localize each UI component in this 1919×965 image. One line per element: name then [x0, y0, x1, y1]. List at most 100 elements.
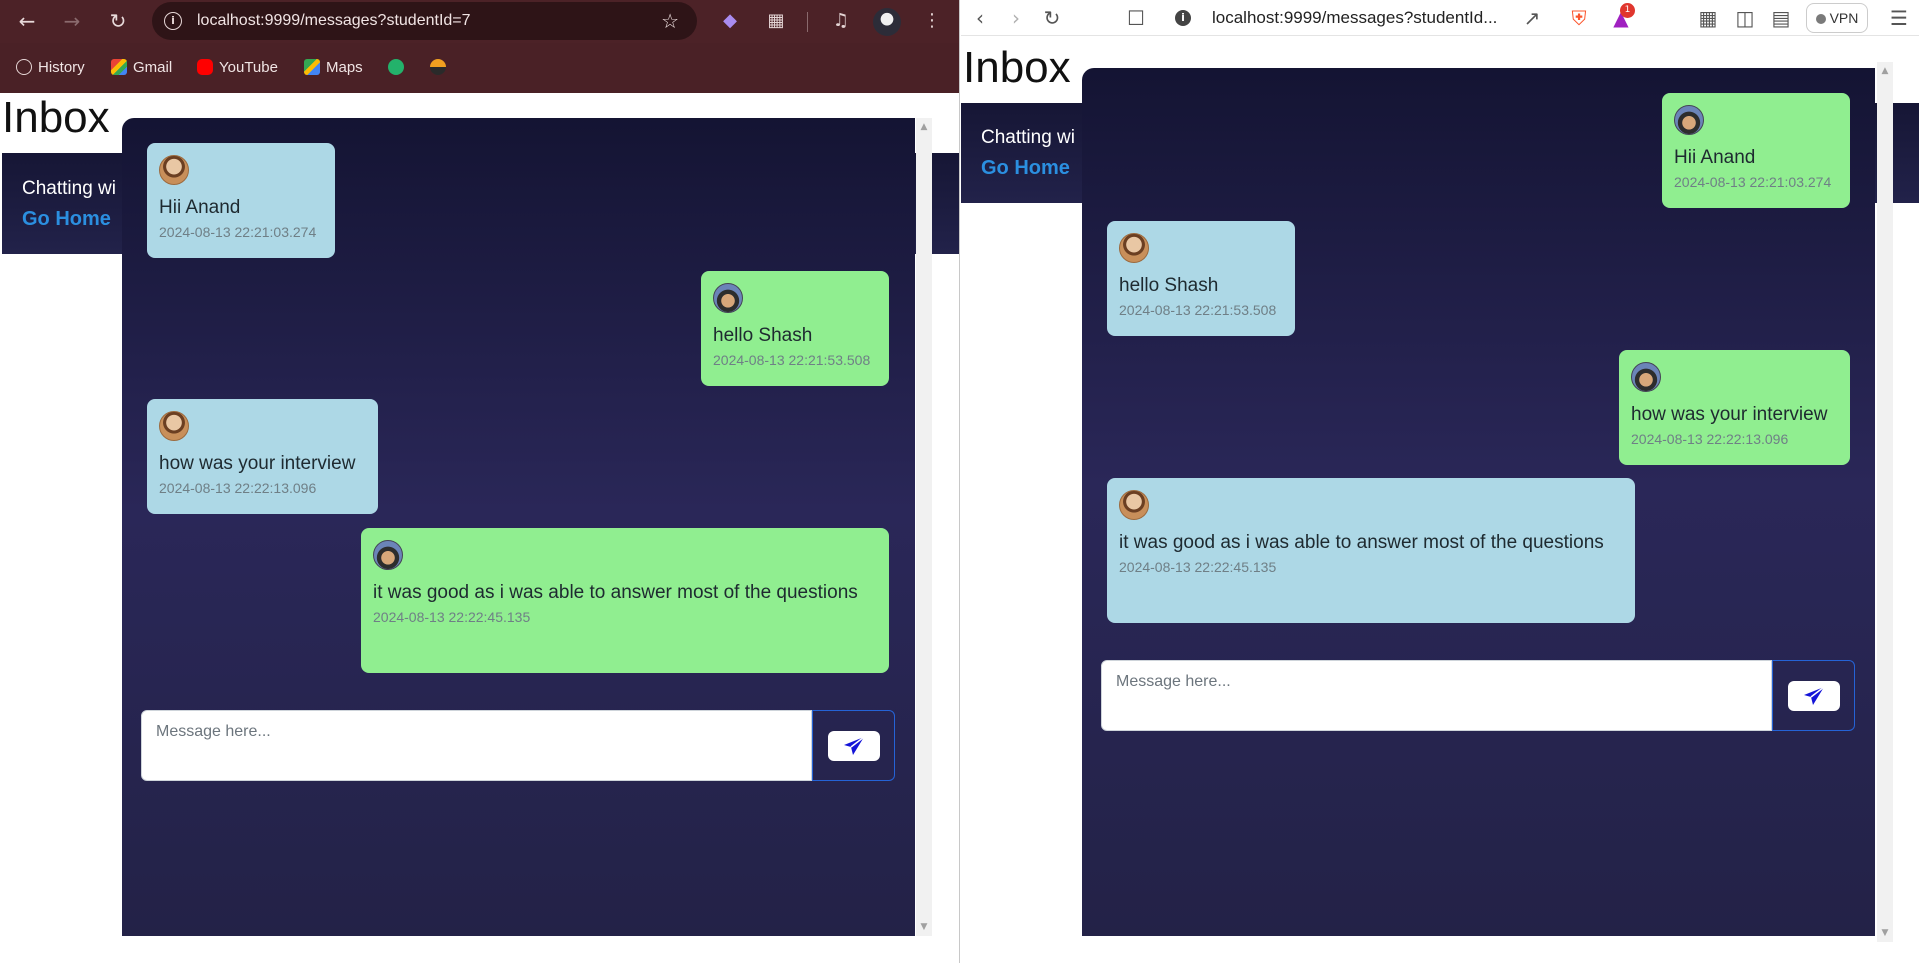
bookmark-cb[interactable]: [388, 57, 410, 79]
message-input[interactable]: Message here...: [1101, 660, 1772, 731]
maps-icon: [304, 59, 320, 75]
extension-icon[interactable]: ◆: [717, 8, 743, 34]
profile-avatar-icon[interactable]: [873, 8, 901, 36]
send-button-frame[interactable]: [1772, 660, 1855, 731]
notification-badge: 1: [1620, 3, 1635, 18]
more-menu-icon[interactable]: ⋮: [919, 8, 945, 34]
site-info-icon[interactable]: i: [164, 12, 182, 30]
left-browser-toolbar: ← → ↻ i localhost:9999/messages?studentI…: [0, 0, 959, 43]
message-timestamp: 2024-08-13 22:22:45.135: [1119, 559, 1277, 575]
chat-panel: Hii Anand 2024-08-13 22:21:03.274 hello …: [1082, 68, 1875, 936]
message-bubble-received: Hii Anand 2024-08-13 22:21:03.274: [147, 143, 335, 258]
message-text: Hii Anand: [1674, 147, 1756, 168]
back-arrow-icon[interactable]: ←: [12, 6, 42, 36]
message-composer: Message here...: [141, 710, 895, 781]
message-text: it was good as i was able to answer most…: [373, 582, 858, 603]
cb-site-icon: [388, 59, 404, 75]
go-home-link[interactable]: Go Home: [981, 157, 1070, 180]
right-browser-window: ‹ › ↻ ☐ i localhost:9999/messages?studen…: [961, 0, 1919, 963]
vpn-button[interactable]: VPN: [1806, 3, 1868, 33]
message-text: how was your interview: [1631, 404, 1828, 425]
message-timestamp: 2024-08-13 22:21:53.508: [713, 352, 871, 368]
forward-arrow-icon[interactable]: →: [57, 6, 87, 36]
bookmark-star-icon[interactable]: ☆: [661, 9, 679, 33]
message-input[interactable]: Message here...: [141, 710, 812, 781]
message-timestamp: 2024-08-13 22:21:53.508: [1119, 302, 1277, 318]
bookmark-label: History: [38, 59, 85, 76]
media-queue-icon[interactable]: ♫: [828, 8, 854, 34]
reload-icon[interactable]: ↻: [103, 6, 133, 36]
gmail-icon: [111, 59, 127, 75]
left-page: Inbox Chatting wi Go Home Hii Anand 2024…: [0, 93, 959, 963]
sender-avatar: [1674, 105, 1704, 135]
page-title: Inbox: [963, 43, 1071, 92]
bookmark-history[interactable]: History: [16, 57, 85, 79]
sender-avatar: [713, 283, 743, 313]
reload-icon[interactable]: ↻: [1038, 4, 1066, 32]
message-text: hello Shash: [713, 325, 813, 346]
bookmark-extra[interactable]: [430, 57, 452, 79]
message-bubble-received: hello Shash 2024-08-13 22:21:53.508: [1107, 221, 1295, 336]
chatting-with-label: Chatting wi: [981, 127, 1075, 148]
menu-icon[interactable]: ☰: [1885, 4, 1913, 32]
chat-scrollbar[interactable]: ▲ ▼: [916, 118, 932, 936]
chat-panel: Hii Anand 2024-08-13 22:21:03.274 hello …: [122, 118, 915, 936]
forward-arrow-icon[interactable]: ›: [1002, 4, 1030, 32]
send-button[interactable]: [1787, 680, 1840, 711]
address-url[interactable]: localhost:9999/messages?studentId=7: [197, 12, 471, 30]
message-bubble-sent: it was good as i was able to answer most…: [361, 528, 889, 673]
message-timestamp: 2024-08-13 22:21:03.274: [159, 224, 317, 240]
message-text: hello Shash: [1119, 275, 1219, 296]
address-bar[interactable]: i localhost:9999/messages?studentId=7 ☆: [152, 2, 697, 40]
page-title: Inbox: [2, 93, 110, 142]
sidebar-icon[interactable]: ◫: [1731, 4, 1759, 32]
address-url[interactable]: localhost:9999/messages?studentId...: [1212, 4, 1497, 32]
message-composer: Message here...: [1101, 660, 1855, 731]
brave-shields-icon[interactable]: ⛨: [1565, 4, 1593, 32]
message-bubble-sent: hello Shash 2024-08-13 22:21:53.508: [701, 271, 889, 386]
screen: ← → ↻ i localhost:9999/messages?studentI…: [0, 0, 1919, 965]
send-icon: [843, 735, 864, 755]
message-text: Hii Anand: [159, 197, 241, 218]
chat-scrollbar[interactable]: ▲ ▼: [1877, 62, 1893, 942]
bookmark-label: Maps: [326, 59, 363, 76]
puzzle-extensions-icon[interactable]: ▦: [763, 8, 789, 34]
bookmark-gmail[interactable]: Gmail: [111, 57, 172, 79]
scroll-down-icon[interactable]: ▼: [1877, 926, 1893, 940]
site-favicon-icon: [430, 59, 446, 75]
scroll-up-icon[interactable]: ▲: [916, 120, 932, 134]
sender-avatar: [1119, 233, 1149, 263]
bookmark-maps[interactable]: Maps: [304, 57, 363, 79]
share-icon[interactable]: ↗: [1518, 4, 1546, 32]
right-page: Inbox Chatting wi Go Home Hii Anand 2024…: [961, 37, 1919, 963]
scroll-up-icon[interactable]: ▲: [1877, 64, 1893, 78]
message-timestamp: 2024-08-13 22:22:13.096: [159, 480, 317, 496]
bookmarks-bar: History Gmail YouTube Maps: [0, 50, 959, 86]
bookmark-youtube[interactable]: YouTube: [197, 57, 278, 79]
left-browser-window: ← → ↻ i localhost:9999/messages?studentI…: [0, 0, 960, 963]
send-icon: [1803, 685, 1824, 705]
vpn-status-icon: [1815, 14, 1826, 24]
message-bubble-received: it was good as i was able to answer most…: [1107, 478, 1635, 623]
back-arrow-icon[interactable]: ‹: [966, 4, 994, 32]
bookmark-label: Gmail: [133, 59, 173, 76]
extensions-icon[interactable]: ▦: [1694, 4, 1722, 32]
bookmark-label: YouTube: [219, 59, 278, 76]
site-info-icon[interactable]: i: [1175, 10, 1191, 26]
sender-avatar: [1631, 362, 1661, 392]
wallet-icon[interactable]: ▤: [1767, 4, 1795, 32]
sender-avatar: [159, 155, 189, 185]
message-bubble-sent: Hii Anand 2024-08-13 22:21:03.274: [1662, 93, 1850, 208]
send-button-frame[interactable]: [812, 710, 895, 781]
chatting-with-label: Chatting wi: [22, 178, 116, 199]
scroll-down-icon[interactable]: ▼: [916, 920, 932, 934]
message-text: it was good as i was able to answer most…: [1119, 532, 1604, 553]
toolbar-divider: [807, 12, 808, 32]
message-bubble-sent: how was your interview 2024-08-13 22:22:…: [1619, 350, 1850, 465]
send-button[interactable]: [827, 730, 880, 761]
bookmark-icon[interactable]: ☐: [1122, 4, 1150, 32]
vpn-label: VPN: [1829, 10, 1859, 26]
message-timestamp: 2024-08-13 22:22:13.096: [1631, 431, 1789, 447]
sender-avatar: [373, 540, 403, 570]
go-home-link[interactable]: Go Home: [22, 208, 111, 231]
